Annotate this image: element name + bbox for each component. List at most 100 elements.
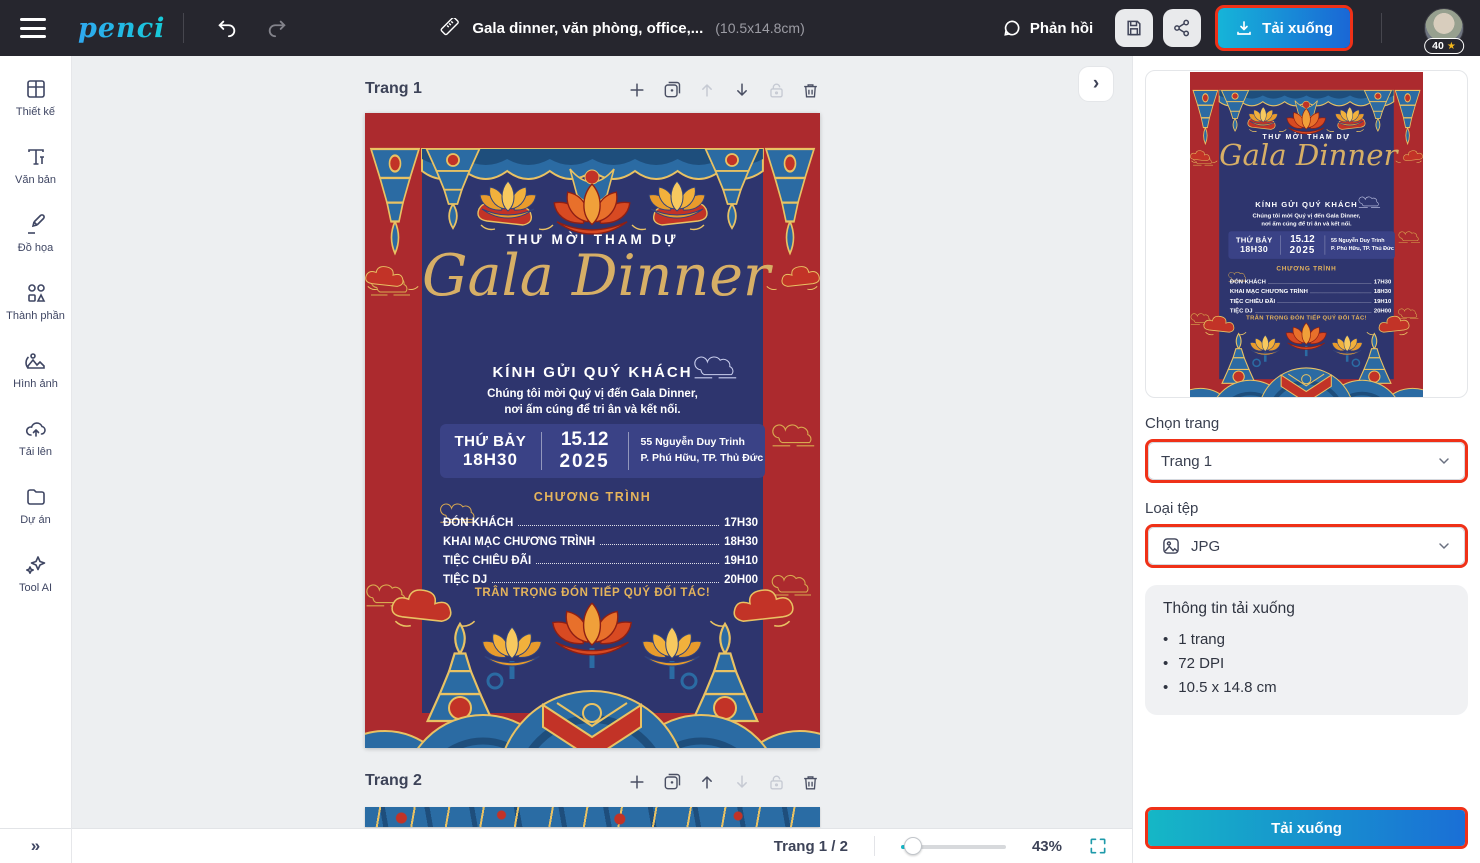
page-select-dropdown[interactable]: Trang 1 [1148, 442, 1465, 480]
fullscreen-icon[interactable] [1088, 836, 1108, 856]
divider [874, 836, 875, 856]
sidebar-item-upload[interactable]: Tải lên [0, 404, 71, 472]
download-cta-button[interactable]: Tải xuống [1148, 810, 1465, 846]
menu-icon[interactable] [20, 18, 46, 38]
info-item: 1 trang [1163, 628, 1450, 652]
download-info-title: Thông tin tải xuống [1163, 600, 1450, 618]
delete-page-icon[interactable] [801, 772, 820, 792]
chat-icon [1002, 18, 1022, 38]
duplicate-page-icon[interactable] [662, 80, 682, 100]
sidebar-item-text[interactable]: Văn bản [0, 132, 71, 200]
undo-icon[interactable] [216, 17, 238, 39]
poster-program-title: CHƯƠNG TRÌNH [422, 490, 763, 504]
poster-intro: Chúng tôi mời Quý vị đến Gala Dinner, nơ… [422, 387, 763, 418]
page-thumbnail-holder: THƯ MỜI THAM DỰ Gala Dinner KÍNH GỬI QUÝ… [1190, 72, 1423, 397]
add-page-icon[interactable] [627, 772, 647, 792]
app-logo[interactable]: penci [78, 13, 165, 44]
feedback-label: Phản hồi [1030, 20, 1093, 37]
sidebar-item-graphics[interactable]: Đồ họa [0, 200, 71, 268]
file-type-value: JPG [1191, 538, 1220, 555]
schedule-row: TIỆC DJ20H00 [1230, 304, 1391, 314]
canvas-area: › Trang 1 [72, 56, 1132, 863]
delete-page-icon[interactable] [801, 80, 820, 100]
save-icon [1124, 18, 1144, 38]
sidebar-item-ai-tools[interactable]: Tool AI [0, 540, 71, 608]
collapse-panel-button[interactable]: › [1078, 66, 1114, 102]
chevrons-right-icon: » [31, 836, 40, 856]
page1-label: Trang 1 [365, 80, 422, 98]
document-title[interactable]: Gala dinner, văn phòng, office,... [472, 20, 703, 37]
poster-closing: TRÂN TRỌNG ĐÓN TIẾP QUÝ ĐỐI TÁC! [422, 587, 763, 599]
schedule-row: ĐÓN KHÁCH17H30 [1230, 275, 1391, 285]
share-button[interactable] [1163, 9, 1201, 47]
expand-sidebar-button[interactable]: » [0, 828, 71, 863]
page1-poster[interactable]: THƯ MỜI THAM DỰ Gala Dinner KÍNH GỬI QUÝ… [365, 113, 820, 748]
page2-label: Trang 2 [365, 772, 422, 790]
folder-icon [24, 485, 48, 509]
status-bar: Trang 1 / 2 43% [72, 828, 1132, 863]
user-avatar[interactable]: 40 ★ [1424, 8, 1464, 48]
move-page-up-icon[interactable] [697, 80, 717, 100]
schedule-row: ĐÓN KHÁCH17H30 [443, 510, 758, 529]
page-thumbnail-card: THƯ MỜI THAM DỰ Gala Dinner KÍNH GỬI QUÝ… [1145, 70, 1468, 398]
file-type-dropdown[interactable]: JPG [1148, 527, 1465, 565]
file-type-label: Loại tệp [1145, 500, 1468, 517]
download-info-box: Thông tin tải xuống 1 trang 72 DPI 10.5 … [1145, 585, 1468, 715]
page2-header: Trang 2 [365, 772, 820, 805]
ruler-icon [440, 18, 460, 38]
download-button[interactable]: Tải xuống [1218, 8, 1350, 48]
schedule-row: TIỆC CHIÊU ĐÃI19H10 [1230, 294, 1391, 304]
info-item: 10.5 x 14.8 cm [1163, 676, 1450, 700]
zoom-level: 43% [1032, 838, 1062, 855]
move-page-down-icon[interactable] [732, 80, 752, 100]
schedule-row: TIỆC DJ20H00 [443, 567, 758, 586]
chevron-down-icon [1436, 453, 1452, 469]
page2-poster-preview[interactable] [365, 807, 820, 827]
zoom-slider[interactable] [901, 837, 1006, 855]
page-thumbnail-poster: THƯ MỜI THAM DỰ Gala Dinner KÍNH GỬI QUÝ… [1190, 72, 1423, 397]
shapes-icon [24, 281, 48, 305]
page-select-annotation: Trang 1 [1145, 439, 1468, 483]
sidebar-item-design[interactable]: Thiết kế [0, 64, 71, 132]
image-icon [24, 349, 48, 373]
credits-badge: 40 ★ [1424, 38, 1464, 54]
download-cta-annotation: Tải xuống [1145, 807, 1468, 849]
page-select-value: Trang 1 [1161, 453, 1212, 470]
add-page-icon[interactable] [627, 80, 647, 100]
poster-greeting: KÍNH GỬI QUÝ KHÁCH [1219, 200, 1394, 209]
sidebar-item-components[interactable]: Thành phần [0, 268, 71, 336]
poster-title: Gala Dinner [1219, 138, 1394, 172]
download-icon [1235, 19, 1253, 37]
lock-page-icon[interactable] [767, 80, 786, 100]
divider [183, 13, 184, 43]
poster-closing: TRÂN TRỌNG ĐÓN TIẾP QUÝ ĐỐI TÁC! [1219, 314, 1394, 320]
poster-event-info: THỨ BẢY 18H30 15.12 2025 55 Nguyễn Duy T… [440, 424, 765, 478]
lock-page-icon[interactable] [767, 772, 786, 792]
save-button[interactable] [1115, 9, 1153, 47]
page1-header: Trang 1 [365, 80, 820, 113]
move-page-up-icon[interactable] [697, 772, 717, 792]
move-page-down-icon[interactable] [732, 772, 752, 792]
poster-title: Gala Dinner [422, 243, 763, 309]
redo-icon[interactable] [266, 17, 288, 39]
sidebar-item-projects[interactable]: Dự án [0, 472, 71, 540]
sparkles-icon [24, 553, 48, 577]
credits-count: 40 [1432, 40, 1444, 52]
document-size: (10.5x14.8cm) [715, 20, 804, 36]
cloud-upload-icon [24, 417, 48, 441]
schedule-row: TIỆC CHIÊU ĐÃI19H10 [443, 548, 758, 567]
choose-page-label: Chọn trang [1145, 415, 1468, 432]
poster-greeting: KÍNH GỬI QUÝ KHÁCH [422, 364, 763, 381]
page1-poster: THƯ MỜI THAM DỰ Gala Dinner KÍNH GỬI QUÝ… [1190, 72, 1423, 397]
file-type-annotation: JPG [1145, 524, 1468, 568]
page-indicator: Trang 1 / 2 [774, 838, 848, 855]
star-icon: ★ [1447, 41, 1456, 52]
download-annotation: Tải xuống [1215, 5, 1353, 51]
schedule-row: KHAI MẠC CHƯƠNG TRÌNH18H30 [443, 529, 758, 548]
feedback-button[interactable]: Phản hồi [1002, 18, 1093, 38]
pen-icon [24, 213, 48, 237]
zoom-slider-handle[interactable] [904, 837, 922, 855]
chevron-down-icon [1436, 538, 1452, 554]
duplicate-page-icon[interactable] [662, 772, 682, 792]
sidebar-item-images[interactable]: Hình ảnh [0, 336, 71, 404]
